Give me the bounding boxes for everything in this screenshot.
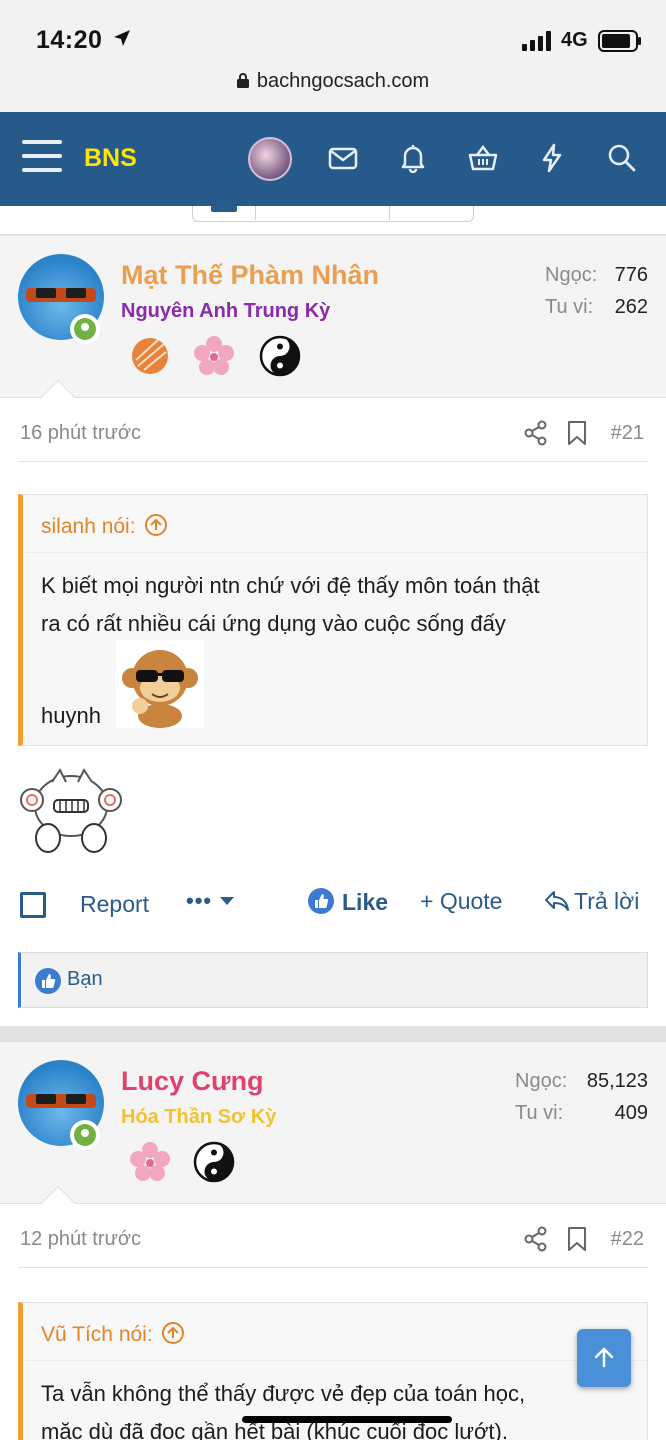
yin-yang-badge-icon [193,1141,235,1183]
share-icon[interactable] [524,420,548,446]
post-actions: Report ••• Like + Quote Trả lời [18,878,648,930]
report-button[interactable]: Report [80,891,149,918]
quote-button[interactable]: + Quote [420,888,502,915]
top-navbar: BNS [0,112,666,206]
share-icon[interactable] [524,1226,548,1252]
stat-value-ngoc: 776 [614,264,648,286]
lock-icon [236,73,249,88]
stat-value-ngoc: 85,123 [586,1070,648,1092]
like-button[interactable]: Like [308,888,388,916]
stat-label-tuvi: Tu vi: [515,1102,564,1124]
likes-text: Bạn [67,968,103,990]
basket-icon[interactable] [467,142,499,174]
location-arrow-icon [114,30,130,46]
sakura-badge-icon [130,1142,170,1181]
status-bar: 14:20 4G bachngocsach.com [0,0,666,112]
caret-down-icon [220,897,235,905]
post-time[interactable]: 12 phút trước [20,1228,141,1251]
scroll-to-top-button[interactable] [577,1329,631,1387]
username[interactable]: Lucy Cưng [121,1066,264,1097]
user-rank: Hóa Thần Sơ Kỳ [121,1106,277,1128]
more-menu-button[interactable]: ••• [186,888,235,914]
bell-icon[interactable] [397,142,429,174]
thumbs-up-icon [35,968,61,994]
address-bar[interactable]: bachngocsach.com [0,70,666,93]
quote-author[interactable]: Vũ Tích nói: [23,1303,647,1361]
bookmark-icon[interactable] [566,420,588,446]
stat-label-ngoc: Ngọc: [545,264,598,286]
likes-bar[interactable]: Bạn [18,952,648,1008]
url-text: bachngocsach.com [256,70,430,92]
stat-value-tuvi: 262 [614,296,648,318]
clock: 14:20 [36,26,103,54]
yin-yang-badge-icon [259,335,301,377]
post-number[interactable]: #21 [611,422,644,445]
thumbs-up-icon [308,888,334,914]
reply-button[interactable]: Trả lời [544,888,639,915]
bookmark-icon[interactable] [566,1226,588,1252]
monkey-sunglasses-emoji [116,640,204,728]
post-user-header: Lucy Cưng Hóa Thần Sơ Kỳ Ngọc: 85,123 Tu… [0,1040,666,1220]
battery-icon [598,30,641,52]
stat-value-tuvi: 409 [614,1102,648,1124]
username[interactable]: Mạt Thế Phàm Nhân [121,260,379,291]
page: 14:20 4G bachngocsach.com BNS Mạt Thế Ph… [0,0,666,1440]
user-rank: Nguyên Anh Trung Kỳ [121,300,331,322]
quote-block: silanh nói: K biết mọi người ntn chứ với… [18,494,648,746]
network-type: 4G [561,29,588,51]
cat-face-emoji [20,768,122,853]
search-icon[interactable] [606,142,638,174]
quote-text: Ta vẫn không thể thấy được vẻ đẹp của to… [41,1381,526,1440]
menu-icon[interactable] [22,140,62,176]
stat-label-ngoc: Ngọc: [515,1070,568,1092]
quote-author[interactable]: silanh nói: [23,495,647,553]
mail-icon[interactable] [327,142,359,174]
post-separator [0,1026,666,1040]
reply-arrow-icon [545,891,569,911]
post-meta: 16 phút trước #21 [18,406,648,462]
user-avatar[interactable] [248,137,292,181]
online-status-icon [70,1120,100,1150]
post-user-header: Mạt Thế Phàm Nhân Nguyên Anh Trung Kỳ Ng… [0,234,666,414]
site-logo[interactable]: BNS [84,144,137,173]
post-number[interactable]: #22 [611,1228,644,1251]
online-status-icon [70,314,100,344]
select-checkbox[interactable] [20,892,46,918]
page-nav-stub[interactable] [192,206,474,222]
home-indicator [242,1416,452,1423]
post-meta: 12 phút trước #22 [18,1212,648,1268]
sakura-badge-icon [194,336,234,375]
bolt-icon[interactable] [536,142,568,174]
stat-label-tuvi: Tu vi: [545,296,594,318]
arrow-up-icon [594,1347,614,1368]
post-time[interactable]: 16 phút trước [20,422,141,445]
signal-icon [522,31,551,51]
orb-badge-icon [132,338,168,374]
arrow-up-circle-icon[interactable] [144,513,168,537]
arrow-up-circle-icon[interactable] [161,1321,185,1345]
